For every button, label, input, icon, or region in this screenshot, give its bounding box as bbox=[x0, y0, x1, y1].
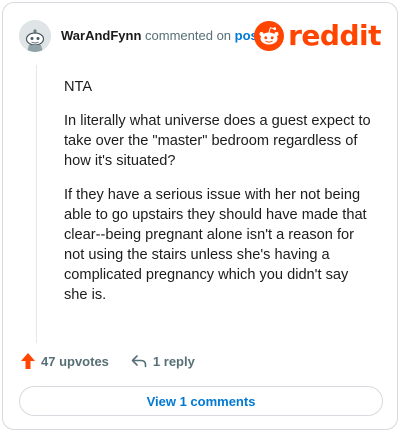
comment-paragraph: If they have a serious issue with her no… bbox=[64, 187, 367, 303]
upvote-button[interactable]: 47 upvotes bbox=[20, 352, 109, 370]
reddit-snoo-icon bbox=[254, 21, 285, 51]
comment-body: NTA In literally what universe does a gu… bbox=[64, 77, 374, 319]
view-comments-button[interactable]: View 1 comments bbox=[19, 386, 383, 416]
avatar[interactable] bbox=[19, 20, 51, 52]
upvote-arrow-icon bbox=[21, 353, 35, 369]
reply-count: 1 reply bbox=[152, 353, 195, 369]
reply-arrow-icon bbox=[131, 355, 147, 368]
comment-actions: 47 upvotes 1 reply bbox=[20, 350, 195, 372]
upvote-count: 47 upvotes bbox=[41, 353, 109, 369]
byline: WarAndFynn commented on post bbox=[61, 27, 262, 45]
comment-card: WarAndFynn commented on post reddit NTA … bbox=[2, 2, 398, 430]
comment-header: WarAndFynn commented on post reddit bbox=[3, 3, 397, 71]
comment-paragraph: NTA bbox=[64, 79, 93, 95]
reply-button[interactable]: 1 reply bbox=[131, 354, 195, 369]
reddit-logo[interactable]: reddit bbox=[254, 19, 381, 53]
snoo-avatar-icon bbox=[19, 20, 51, 52]
reddit-wordmark: reddit bbox=[288, 19, 381, 52]
comment-paragraph: In literally what universe does a guest … bbox=[64, 113, 371, 169]
username-link[interactable]: WarAndFynn bbox=[61, 28, 141, 43]
action-text: commented on bbox=[145, 28, 232, 43]
thread-line[interactable] bbox=[36, 65, 37, 343]
